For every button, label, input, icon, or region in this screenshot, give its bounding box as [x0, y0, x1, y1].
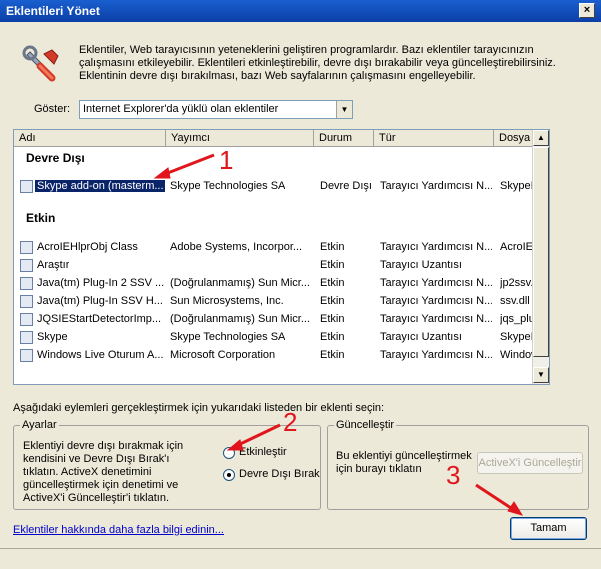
disable-radio-label[interactable]: Devre Dışı Bırak [239, 468, 320, 480]
update-legend: Güncelleştir [334, 419, 397, 431]
addon-icon [20, 295, 33, 308]
show-dropdown-value: Internet Explorer'da yüklü olan eklentil… [83, 103, 279, 115]
addon-icon [20, 331, 33, 344]
table-row[interactable]: Araştır Etkin Tarayıcı Uzantısı [14, 257, 534, 275]
group-header-enabled: Etkin [26, 211, 56, 225]
addon-icon [20, 259, 33, 272]
addon-icon [20, 277, 33, 290]
intro-text: Eklentiler, Web tarayıcısının yetenekler… [79, 44, 556, 82]
column-header-type[interactable]: Tür [374, 130, 494, 147]
column-header-publisher[interactable]: Yayımcı [166, 130, 314, 147]
addon-icon [20, 180, 33, 193]
enable-radio[interactable] [223, 447, 235, 459]
window-title: Eklentileri Yönet [6, 4, 100, 18]
addons-list[interactable]: Adı Yayımcı Durum Tür Dosya Devre Dışı S… [13, 129, 550, 385]
table-row[interactable]: Skype Skype Technologies SA Etkin Tarayı… [14, 329, 534, 347]
settings-legend: Ayarlar [20, 419, 59, 431]
table-row[interactable]: Java(tm) Plug-In SSV H... Sun Microsyste… [14, 293, 534, 311]
annotation-3: 3 [446, 460, 461, 490]
bottom-divider [0, 548, 601, 549]
table-row[interactable]: JQSIEStartDetectorImp... (Doğrulanmamış)… [14, 311, 534, 329]
list-scrollbar[interactable]: ▲ ▼ [532, 130, 549, 384]
list-header: Adı Yayımcı Durum Tür Dosya [14, 130, 544, 147]
table-row[interactable]: Skype add-on (masterm... Skype Technolog… [14, 178, 534, 196]
ok-button[interactable]: Tamam [510, 517, 587, 540]
column-header-name[interactable]: Adı [14, 130, 166, 147]
table-row[interactable]: Java(tm) Plug-In 2 SSV ... (Doğrulanmamı… [14, 275, 534, 293]
more-info-link[interactable]: Eklentiler hakkında daha fazla bilgi edi… [13, 524, 224, 536]
settings-text: Eklentiyi devre dışı bırakmak için kendi… [23, 440, 184, 504]
show-label: Göster: [34, 103, 71, 115]
disable-radio[interactable] [223, 469, 235, 481]
settings-group: Ayarlar Eklentiyi devre dışı bırakmak iç… [13, 419, 321, 510]
scroll-up-icon[interactable]: ▲ [533, 130, 549, 146]
addon-icon [20, 313, 33, 326]
action-prompt: Aşağıdaki eylemleri gerçekleştirmek için… [13, 402, 385, 414]
show-dropdown[interactable]: Internet Explorer'da yüklü olan eklentil… [79, 100, 353, 119]
annotation-1: 1 [219, 145, 234, 175]
scroll-thumb[interactable] [533, 147, 549, 357]
group-header-disabled: Devre Dışı [26, 151, 85, 165]
close-button[interactable]: × [579, 3, 595, 18]
addons-icon [22, 45, 59, 82]
addon-icon [20, 349, 33, 362]
dropdown-arrow-icon[interactable]: ▼ [336, 101, 352, 118]
column-header-status[interactable]: Durum [314, 130, 374, 147]
scroll-down-icon[interactable]: ▼ [533, 367, 549, 383]
title-bar: Eklentileri Yönet × [0, 0, 601, 22]
annotation-2: 2 [283, 407, 298, 437]
addon-icon [20, 241, 33, 254]
table-row[interactable]: Windows Live Oturum A... Microsoft Corpo… [14, 347, 534, 365]
enable-radio-label[interactable]: Etkinleştir [239, 446, 287, 458]
table-row[interactable]: AcroIEHlprObj Class Adobe Systems, Incor… [14, 239, 534, 257]
update-activex-button[interactable]: ActiveX'i Güncelleştir [477, 452, 583, 474]
